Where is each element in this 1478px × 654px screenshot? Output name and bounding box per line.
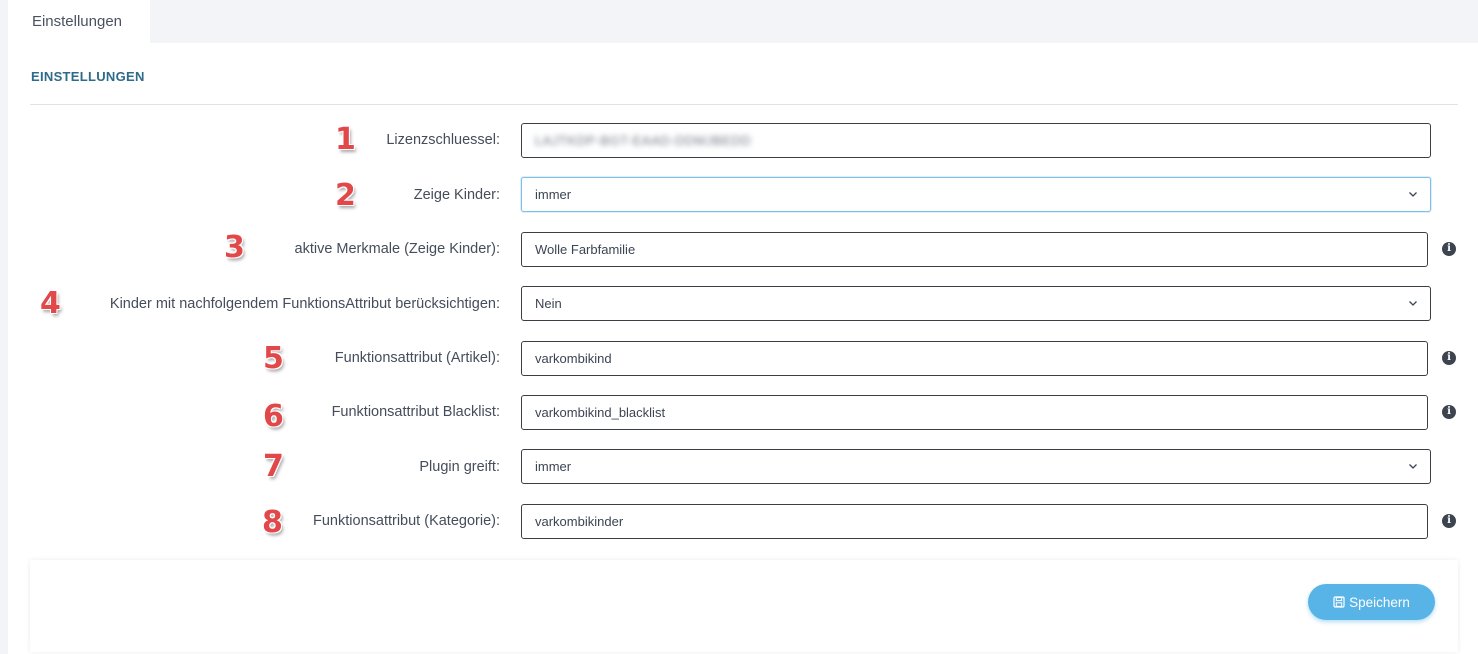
funktionsattribut-kategorie-value: varkombikinder: [535, 514, 624, 529]
funktionsattribut-artikel-input[interactable]: varkombikind: [521, 341, 1428, 376]
aktive-merkmale-input[interactable]: Wolle Farbfamilie: [521, 232, 1428, 267]
label-funktionsattribut-blacklist: Funktionsattribut Blacklist:: [331, 404, 500, 420]
annotation-marker-4: 4: [40, 286, 61, 321]
chevron-down-icon: [1408, 298, 1418, 308]
label-zeige-kinder: Zeige Kinder:: [413, 187, 500, 203]
annotation-marker-6: 6: [263, 399, 284, 434]
zeige-kinder-value: immer: [535, 187, 572, 202]
annotation-marker-2: 2: [335, 178, 356, 213]
info-icon[interactable]: i: [1442, 405, 1456, 419]
kinder-funktionsattribut-value: Nein: [535, 296, 562, 311]
chevron-down-icon: [1408, 461, 1418, 471]
aktive-merkmale-value: Wolle Farbfamilie: [535, 242, 636, 257]
info-icon[interactable]: i: [1442, 351, 1456, 365]
funktionsattribut-kategorie-input[interactable]: varkombikinder: [521, 504, 1428, 539]
chevron-down-icon: [1408, 189, 1418, 199]
zeige-kinder-select[interactable]: immer: [521, 177, 1431, 212]
label-aktive-merkmale: aktive Merkmale (Zeige Kinder):: [294, 241, 501, 257]
section-title: EINSTELLUNGEN: [31, 69, 145, 84]
funktionsattribut-artikel-value: varkombikind: [535, 351, 612, 366]
annotation-marker-8: 8: [262, 505, 283, 540]
section-divider: [30, 104, 1458, 105]
annotation-marker-1: 1: [335, 122, 356, 157]
label-funktionsattribut-kategorie: Funktionsattribut (Kategorie):: [313, 513, 500, 529]
plugin-greift-select[interactable]: immer: [521, 449, 1431, 484]
label-kinder-funktionsattribut: Kinder mit nachfolgendem FunktionsAttrib…: [109, 296, 500, 312]
label-plugin-greift: Plugin greift:: [419, 459, 500, 475]
funktionsattribut-blacklist-input[interactable]: varkombikind_blacklist: [521, 395, 1428, 430]
funktionsattribut-blacklist-value: varkombikind_blacklist: [535, 405, 666, 420]
annotation-marker-5: 5: [263, 341, 284, 376]
save-button-label: Speichern: [1349, 594, 1410, 610]
form-footer: [30, 560, 1458, 652]
license-key-input[interactable]: LAJTKDP-BGT-EAAD-DDMJBEDD: [521, 123, 1431, 158]
annotation-marker-3: 3: [224, 230, 245, 265]
kinder-funktionsattribut-select[interactable]: Nein: [521, 286, 1431, 321]
save-button[interactable]: Speichern: [1308, 584, 1435, 620]
tab-bar: Einstellungen: [0, 0, 1478, 43]
tab-einstellungen[interactable]: Einstellungen: [8, 0, 150, 43]
license-key-value: LAJTKDP-BGT-EAAD-DDMJBEDD: [535, 133, 752, 148]
annotation-marker-7: 7: [263, 449, 284, 484]
save-icon: [1333, 596, 1345, 608]
info-icon[interactable]: i: [1442, 514, 1456, 528]
info-icon[interactable]: i: [1442, 242, 1456, 256]
label-lizenzschluessel: Lizenzschluessel:: [386, 132, 500, 148]
plugin-greift-value: immer: [535, 459, 572, 474]
label-funktionsattribut-artikel: Funktionsattribut (Artikel):: [334, 350, 500, 366]
